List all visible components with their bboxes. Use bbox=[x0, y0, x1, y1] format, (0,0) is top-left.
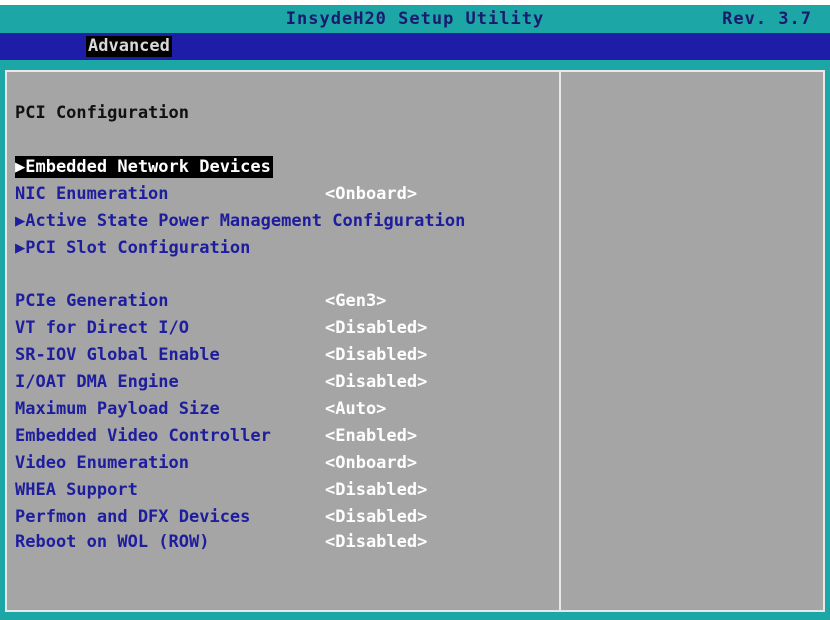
setting-label-video-enumeration[interactable]: Video Enumeration bbox=[15, 452, 189, 474]
setting-label-pcie-generation[interactable]: PCIe Generation bbox=[15, 290, 169, 312]
setting-value-sr-iov[interactable]: <Disabled> bbox=[325, 344, 427, 366]
setting-value-reboot-on-wol[interactable]: <Disabled> bbox=[325, 531, 427, 553]
app-title: InsydeH20 Setup Utility bbox=[285, 9, 545, 29]
setting-label-whea-support[interactable]: WHEA Support bbox=[15, 479, 138, 501]
setting-label-max-payload[interactable]: Maximum Payload Size bbox=[15, 398, 220, 420]
setting-value-nic-enumeration[interactable]: <Onboard> bbox=[325, 183, 417, 205]
submenu-pci-slot-configuration[interactable]: ▶PCI Slot Configuration bbox=[15, 237, 250, 259]
setting-label-sr-iov[interactable]: SR-IOV Global Enable bbox=[15, 344, 220, 366]
settings-panel: PCI Configuration ▶Embedded Network Devi… bbox=[5, 70, 825, 612]
setting-label-reboot-on-wol[interactable]: Reboot on WOL (ROW) bbox=[15, 531, 209, 553]
setting-label-vt-direct-io[interactable]: VT for Direct I/O bbox=[15, 317, 189, 339]
setting-label-nic-enumeration[interactable]: NIC Enumeration bbox=[15, 183, 169, 205]
setting-label-perfmon-dfx[interactable]: Perfmon and DFX Devices bbox=[15, 506, 250, 528]
revision-label: Rev. 3.7 bbox=[722, 9, 812, 29]
setting-value-embedded-video[interactable]: <Enabled> bbox=[325, 425, 417, 447]
setting-value-vt-direct-io[interactable]: <Disabled> bbox=[325, 317, 427, 339]
setting-value-whea-support[interactable]: <Disabled> bbox=[325, 479, 427, 501]
help-panel-divider bbox=[559, 72, 561, 610]
setting-label-ioat-dma[interactable]: I/OAT DMA Engine bbox=[15, 371, 179, 393]
submenu-embedded-network-devices[interactable]: ▶Embedded Network Devices bbox=[15, 156, 273, 178]
setting-label-embedded-video[interactable]: Embedded Video Controller bbox=[15, 425, 271, 447]
main-area: PCI Configuration ▶Embedded Network Devi… bbox=[0, 60, 830, 620]
title-bar: InsydeH20 Setup Utility Rev. 3.7 bbox=[0, 5, 830, 33]
tab-advanced[interactable]: Advanced bbox=[86, 36, 172, 57]
menu-bar: Advanced bbox=[0, 33, 830, 60]
setting-value-max-payload[interactable]: <Auto> bbox=[325, 398, 386, 420]
submenu-aspm-configuration[interactable]: ▶Active State Power Management Configura… bbox=[15, 210, 465, 232]
page-title: PCI Configuration bbox=[15, 103, 189, 123]
setting-value-pcie-generation[interactable]: <Gen3> bbox=[325, 290, 386, 312]
setting-value-video-enumeration[interactable]: <Onboard> bbox=[325, 452, 417, 474]
setting-value-perfmon-dfx[interactable]: <Disabled> bbox=[325, 506, 427, 528]
setting-value-ioat-dma[interactable]: <Disabled> bbox=[325, 371, 427, 393]
